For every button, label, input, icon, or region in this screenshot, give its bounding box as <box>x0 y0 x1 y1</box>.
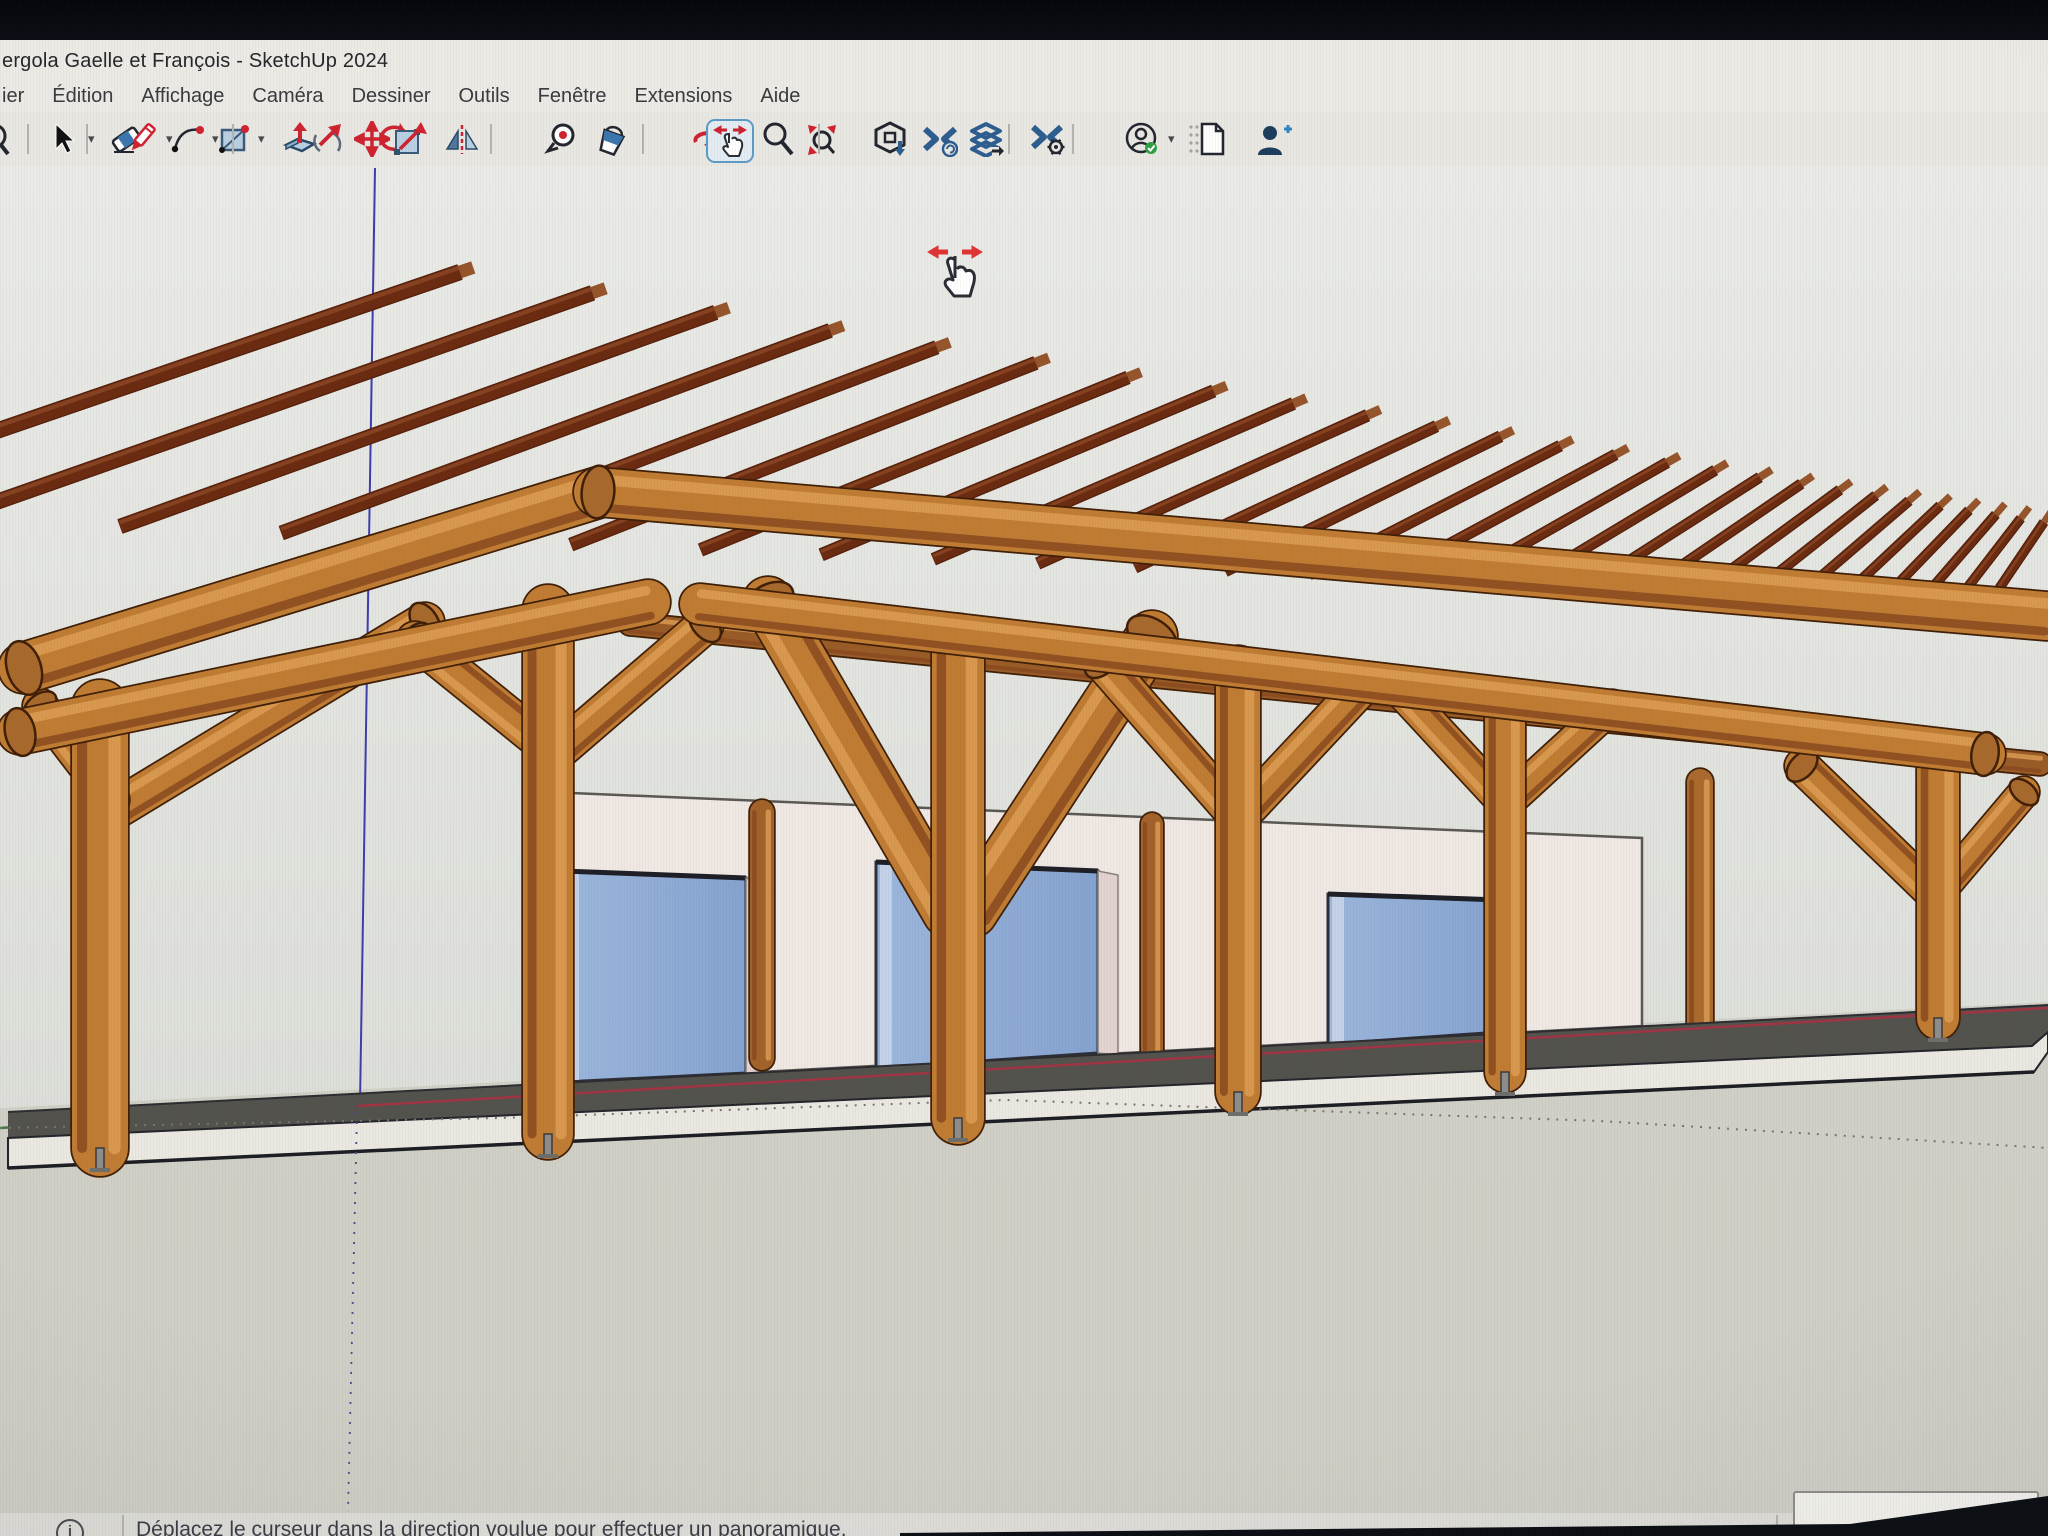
toolbar-separator <box>232 124 234 154</box>
menu-item-fentre[interactable]: Fenêtre <box>524 85 621 108</box>
pan-tool-button[interactable] <box>706 119 754 163</box>
post-anchor <box>1501 1072 1509 1094</box>
menu-item-ier[interactable]: ier <box>0 85 38 108</box>
tape-measure-tool-button[interactable] <box>540 119 584 159</box>
menu-bar: ierÉditionAffichageCaméraDessinerOutilsF… <box>0 80 2048 112</box>
tape-measure-icon <box>544 121 580 157</box>
freehand-pencil-icon <box>124 121 160 157</box>
rectangle-icon <box>216 121 252 157</box>
send-to-layout-tool-button[interactable] <box>964 119 1008 159</box>
follow-me-tool-button[interactable] <box>306 119 350 159</box>
select-dropdown-arrow[interactable]: ▾ <box>88 134 102 146</box>
post-anchor <box>96 1148 104 1170</box>
monitor-bezel <box>0 0 2048 40</box>
divider <box>122 1515 124 1536</box>
flip-icon <box>444 121 480 157</box>
arcs-tool-button[interactable] <box>166 119 210 159</box>
window-title: ergola Gaelle et François - SketchUp 202… <box>2 50 388 73</box>
toolbar-separator <box>642 124 644 154</box>
post-base-plate <box>1495 1092 1515 1096</box>
post-anchor <box>954 1118 962 1140</box>
rectangle-tool-button[interactable] <box>212 119 256 159</box>
add-person-tool-button[interactable] <box>1252 119 1296 159</box>
post-base-plate <box>948 1138 968 1142</box>
status-bar: i Déplacez le curseur dans la direction … <box>0 1513 2048 1536</box>
post-anchor <box>544 1134 552 1156</box>
glass-door <box>563 871 746 1082</box>
sketchup-window: ergola Gaelle et François - SketchUp 202… <box>0 0 2048 1536</box>
select-tool-button[interactable] <box>42 119 86 159</box>
extension-warehouse-icon <box>1030 121 1066 157</box>
post-anchor <box>1234 1092 1242 1114</box>
post-base-plate <box>538 1154 558 1158</box>
account-icon <box>1124 121 1164 157</box>
menu-item-affichage[interactable]: Affichage <box>127 85 238 108</box>
share-model-tool-button[interactable] <box>918 119 962 159</box>
post-base-plate <box>1928 1038 1948 1042</box>
glass-door <box>1328 894 1500 1044</box>
flip-tool-button[interactable] <box>440 119 484 159</box>
post-anchor <box>1934 1018 1942 1040</box>
paint-bucket-icon <box>594 121 630 157</box>
new-document-tool-button[interactable] <box>1190 119 1234 159</box>
paint-bucket-tool-button[interactable] <box>590 119 634 159</box>
arcs-icon <box>170 121 206 157</box>
menu-item-dessiner[interactable]: Dessiner <box>338 85 445 108</box>
post-base-plate <box>90 1168 110 1172</box>
zoom-tool-button[interactable] <box>756 119 800 159</box>
zoom-extents-icon <box>804 121 840 157</box>
search-partial-icon <box>0 121 28 157</box>
post-base-plate <box>1228 1112 1248 1116</box>
pan-icon <box>712 123 748 159</box>
3d-warehouse-tool-button[interactable] <box>868 119 912 159</box>
extension-warehouse-tool-button[interactable] <box>1026 119 1070 159</box>
scale-tool-button[interactable] <box>388 119 432 159</box>
toolbar-separator <box>490 124 492 154</box>
share-model-icon <box>922 121 958 157</box>
measurements-input[interactable] <box>1793 1491 2039 1529</box>
toolbar-separator <box>27 124 29 154</box>
follow-me-icon <box>310 121 346 157</box>
zoom-icon <box>760 121 796 157</box>
geolocation-icon[interactable]: i <box>56 1519 84 1536</box>
toolbar-separator <box>1008 124 1010 154</box>
menu-item-aide[interactable]: Aide <box>746 85 814 108</box>
zoom-extents-tool-button[interactable] <box>800 119 844 159</box>
toolbar-separator <box>86 124 88 154</box>
new-document-icon <box>1194 121 1230 157</box>
title-bar: ergola Gaelle et François - SketchUp 202… <box>0 40 2048 80</box>
viewport-3d[interactable] <box>0 166 2048 1513</box>
menu-item-camra[interactable]: Caméra <box>238 85 337 108</box>
status-message: Déplacez le curseur dans la direction vo… <box>136 1518 847 1536</box>
select-icon <box>46 121 82 157</box>
divider <box>1776 1515 1778 1536</box>
3d-warehouse-icon <box>872 121 908 157</box>
account-tool-button[interactable] <box>1122 119 1166 159</box>
toolbar: ▾▾▾▾▾ <box>0 112 2048 167</box>
menu-item-outils[interactable]: Outils <box>444 85 523 108</box>
menu-item-dition[interactable]: Édition <box>38 85 127 108</box>
menu-item-extensions[interactable]: Extensions <box>621 85 747 108</box>
freehand-pencil-tool-button[interactable] <box>120 119 164 159</box>
toolbar-separator <box>818 124 820 154</box>
add-person-icon <box>1254 121 1294 157</box>
scale-icon <box>392 121 428 157</box>
rectangle-dropdown-arrow[interactable]: ▾ <box>258 134 272 146</box>
toolbar-separator <box>1072 124 1074 154</box>
send-to-layout-icon <box>968 121 1004 157</box>
